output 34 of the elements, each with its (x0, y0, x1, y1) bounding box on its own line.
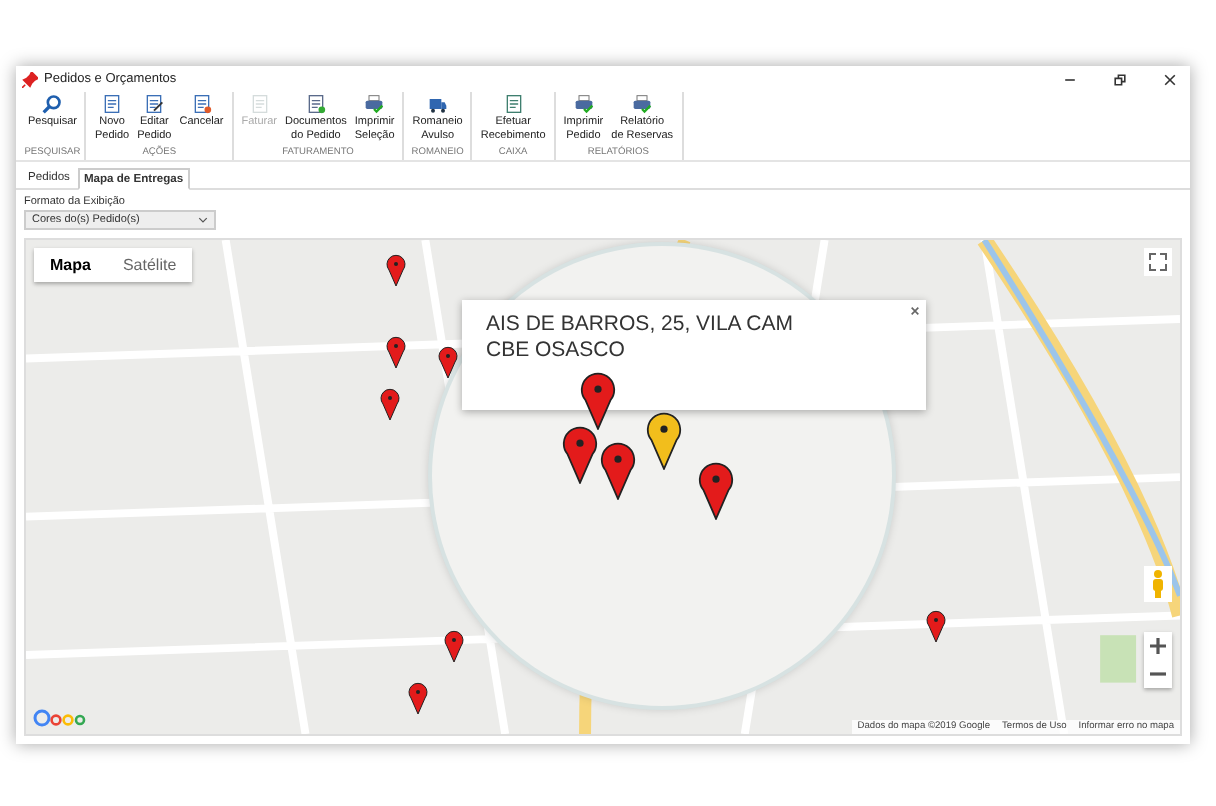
search-icon (42, 94, 63, 114)
map-marker-icon[interactable] (698, 460, 734, 520)
restore-icon[interactable] (1112, 71, 1128, 87)
document-edit-icon (144, 94, 165, 114)
close-icon[interactable] (910, 306, 920, 316)
map-marker-icon[interactable] (646, 410, 682, 470)
chevron-down-icon[interactable] (198, 216, 208, 224)
map-marker-icon[interactable] (600, 440, 636, 500)
document-icon (249, 94, 270, 114)
map-marker-icon[interactable] (386, 254, 406, 286)
map-marker-icon[interactable] (408, 682, 428, 714)
document-icon (191, 94, 212, 114)
close-icon[interactable] (1162, 71, 1178, 87)
printer-icon (364, 94, 385, 114)
document-icon (503, 94, 524, 114)
map-marker-icon[interactable] (580, 370, 616, 430)
map-marker-icon[interactable] (386, 336, 406, 368)
map-marker-icon[interactable] (380, 388, 400, 420)
fullscreen-icon[interactable] (1144, 248, 1172, 276)
popup-text: AIS DE BARROS, 25, VILA CAM (486, 312, 795, 338)
zoom-in-icon[interactable] (1144, 632, 1172, 660)
map-type-button[interactable]: Mapa (34, 248, 107, 282)
truck-icon (427, 94, 448, 114)
map-type-button[interactable]: Satélite (106, 248, 193, 282)
pushpin-icon (22, 71, 38, 87)
document-icon (102, 94, 123, 114)
map-marker-icon[interactable] (562, 424, 598, 484)
map-marker-icon[interactable] (926, 610, 946, 642)
document-icon (305, 94, 326, 114)
popup-text: CBE OSASCO (486, 338, 627, 364)
printer-icon (573, 94, 594, 114)
printer-icon (632, 94, 653, 114)
map-marker-icon[interactable] (444, 630, 464, 662)
map-marker-icon[interactable] (438, 346, 458, 378)
